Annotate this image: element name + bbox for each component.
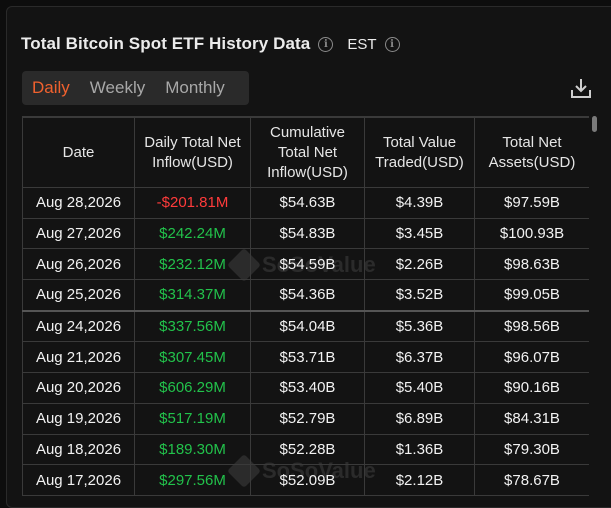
- table-row: Aug 28,2026 -$201.81M $54.63B $4.39B $97…: [22, 187, 589, 219]
- cell-cumulative: $52.09B: [250, 464, 365, 496]
- cell-traded: $5.40B: [364, 372, 475, 404]
- cell-date: Aug 20,2026: [22, 372, 135, 404]
- table-row: Aug 21,2026 $307.45M $53.71B $6.37B $96.…: [22, 341, 589, 374]
- period-tabs: Daily Weekly Monthly: [22, 71, 249, 105]
- cell-date: Aug 25,2026: [22, 279, 135, 312]
- table-row: Aug 18,2026 $189.30M $52.28B $1.36B $79.…: [22, 433, 589, 466]
- cell-cumulative: $53.40B: [250, 372, 365, 404]
- cell-cumulative: $52.28B: [250, 433, 365, 466]
- cell-traded: $5.36B: [364, 310, 475, 343]
- cell-traded: $4.39B: [364, 187, 475, 219]
- history-table-container: Date Daily Total Net Inflow(USD) Cumulat…: [22, 116, 589, 499]
- cell-date: Aug 24,2026: [22, 310, 135, 343]
- download-icon[interactable]: [569, 76, 593, 100]
- cell-traded: $3.45B: [364, 217, 475, 250]
- table-row: Aug 20,2026 $606.29M $53.40B $5.40B $90.…: [22, 372, 589, 404]
- cell-assets: $98.56B: [474, 310, 589, 343]
- cell-daily-inflow: $297.56M: [134, 464, 251, 496]
- cell-date: Aug 18,2026: [22, 433, 135, 466]
- cell-cumulative: $53.71B: [250, 341, 365, 374]
- cell-assets: $78.67B: [474, 464, 589, 496]
- table-row: Aug 17,2026 $297.56M $52.09B $2.12B $78.…: [22, 464, 589, 496]
- tab-daily[interactable]: Daily: [22, 78, 80, 98]
- col-header-net-assets[interactable]: Total Net Assets(USD): [474, 117, 589, 188]
- table-header-row: Date Daily Total Net Inflow(USD) Cumulat…: [22, 117, 589, 188]
- cell-traded: $1.36B: [364, 433, 475, 466]
- cell-assets: $100.93B: [474, 217, 589, 250]
- table-row: Aug 19,2026 $517.19M $52.79B $6.89B $84.…: [22, 402, 589, 435]
- cell-traded: $6.89B: [364, 402, 475, 435]
- cell-daily-inflow: $242.24M: [134, 217, 251, 250]
- cell-cumulative: $52.79B: [250, 402, 365, 435]
- cell-assets: $96.07B: [474, 341, 589, 374]
- cell-date: Aug 19,2026: [22, 402, 135, 435]
- tab-weekly[interactable]: Weekly: [80, 78, 155, 98]
- cell-cumulative: $54.63B: [250, 187, 365, 219]
- cell-daily-inflow: $232.12M: [134, 248, 251, 281]
- title-info-icon[interactable]: i: [318, 36, 334, 52]
- col-header-daily-inflow[interactable]: Daily Total Net Inflow(USD): [134, 117, 251, 188]
- cell-cumulative: $54.36B: [250, 279, 365, 312]
- cell-cumulative: $54.83B: [250, 217, 365, 250]
- table-row: Aug 27,2026 $242.24M $54.83B $3.45B $100…: [22, 217, 589, 250]
- table-row: Aug 26,2026 $232.12M $54.59B $2.26B $98.…: [22, 248, 589, 281]
- col-header-value-traded[interactable]: Total Value Traded(USD): [364, 117, 475, 188]
- table-row: Aug 25,2026 $314.37M $54.36B $3.52B $99.…: [22, 279, 589, 312]
- cell-assets: $97.59B: [474, 187, 589, 219]
- timezone-info-icon[interactable]: i: [384, 36, 400, 52]
- cell-assets: $79.30B: [474, 433, 589, 466]
- table-row: Aug 24,2026 $337.56M $54.04B $5.36B $98.…: [22, 310, 589, 343]
- cell-assets: $90.16B: [474, 372, 589, 404]
- timezone-label: EST: [347, 35, 377, 53]
- cell-assets: $84.31B: [474, 402, 589, 435]
- cell-daily-inflow: $314.37M: [134, 279, 251, 312]
- cell-date: Aug 21,2026: [22, 341, 135, 374]
- cell-assets: $99.05B: [474, 279, 589, 312]
- cell-daily-inflow: $189.30M: [134, 433, 251, 466]
- table-scrollbar[interactable]: [592, 116, 597, 132]
- card-header: Total Bitcoin Spot ETF History Data i ES…: [21, 34, 400, 54]
- cell-daily-inflow: $337.56M: [134, 310, 251, 343]
- cell-date: Aug 26,2026: [22, 248, 135, 281]
- cell-daily-inflow: $517.19M: [134, 402, 251, 435]
- tab-monthly[interactable]: Monthly: [155, 78, 235, 98]
- page-title: Total Bitcoin Spot ETF History Data: [21, 34, 311, 53]
- cell-date: Aug 17,2026: [22, 464, 135, 496]
- cell-assets: $98.63B: [474, 248, 589, 281]
- cell-traded: $2.26B: [364, 248, 475, 281]
- cell-date: Aug 27,2026: [22, 217, 135, 250]
- cell-traded: $2.12B: [364, 464, 475, 496]
- cell-daily-inflow: $307.45M: [134, 341, 251, 374]
- cell-traded: $6.37B: [364, 341, 475, 374]
- cell-cumulative: $54.59B: [250, 248, 365, 281]
- history-table: Date Daily Total Net Inflow(USD) Cumulat…: [22, 117, 589, 496]
- col-header-date[interactable]: Date: [22, 117, 135, 188]
- cell-cumulative: $54.04B: [250, 310, 365, 343]
- cell-date: Aug 28,2026: [22, 187, 135, 219]
- cell-daily-inflow: -$201.81M: [134, 187, 251, 219]
- cell-traded: $3.52B: [364, 279, 475, 312]
- col-header-cumulative-inflow[interactable]: Cumulative Total Net Inflow(USD): [250, 117, 365, 188]
- cell-daily-inflow: $606.29M: [134, 372, 251, 404]
